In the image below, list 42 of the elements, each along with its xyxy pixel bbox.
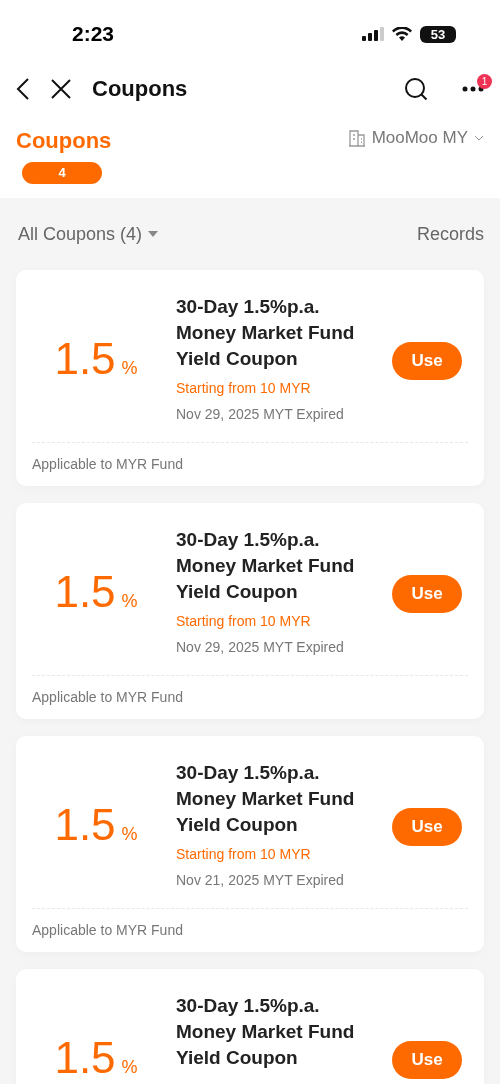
account-selector[interactable]: MooMoo MY <box>347 128 484 148</box>
notification-badge: 1 <box>477 74 492 89</box>
chevron-down-icon <box>474 135 484 141</box>
use-button[interactable]: Use <box>392 342 462 380</box>
minimum-amount: Starting from 10 MYR <box>176 613 312 629</box>
minimum-amount: Starting from 10 MYR <box>176 380 312 396</box>
close-icon[interactable] <box>50 78 72 100</box>
coupon-rate: 1.5 <box>54 800 116 850</box>
rate-unit: % <box>121 591 138 612</box>
coupon-rate: 1.5 <box>54 1033 116 1083</box>
coupon-title: 30-Day 1.5%p.a. Money Market Fund Yield Coupon <box>176 295 356 371</box>
expiry-date: Nov 21, 2025 MYT Expired <box>176 872 345 888</box>
coupon-count: 4 <box>22 162 102 184</box>
building-icon <box>347 129 366 147</box>
section-title: Coupons <box>16 128 112 154</box>
applicable-scope: Applicable to MYR Fund <box>32 922 183 938</box>
use-button[interactable]: Use <box>392 575 462 613</box>
coupon-rate: 1.5 <box>54 567 116 617</box>
records-link[interactable]: Records <box>416 223 484 245</box>
coupon-title: 30-Day 1.5%p.a. Money Market Fund Yield Coupon <box>176 528 356 604</box>
rate-unit: % <box>121 1057 138 1078</box>
minimum-amount: Starting from 10 MYR <box>176 846 312 862</box>
dropdown-icon <box>148 231 159 237</box>
use-button[interactable]: Use <box>392 1041 462 1079</box>
page-title: Coupons <box>92 76 189 102</box>
signal-icon <box>362 27 384 41</box>
coupon-title: 30-Day 1.5%p.a. Money Market Fund Yield Coupon <box>176 761 356 837</box>
rate-unit: % <box>121 824 138 845</box>
coupon-title: 30-Day 1.5%p.a. Money Market Fund Yield Coupon <box>176 994 356 1070</box>
wifi-icon <box>392 27 412 41</box>
expiry-date: Nov 29, 2025 MYT Expired <box>176 639 345 655</box>
coupon-filter[interactable]: All Coupons (4) <box>18 223 159 245</box>
use-button[interactable]: Use <box>392 808 462 846</box>
rate-unit: % <box>121 358 138 379</box>
coupon-rate: 1.5 <box>54 334 116 384</box>
applicable-scope: Applicable to MYR Fund <box>32 689 183 705</box>
battery-icon: 53 <box>420 25 456 43</box>
expiry-date: Nov 29, 2025 MYT Expired <box>176 406 345 422</box>
search-icon[interactable] <box>404 77 428 101</box>
back-icon[interactable] <box>16 78 30 100</box>
applicable-scope: Applicable to MYR Fund <box>32 456 183 472</box>
status-time: 2:23 <box>72 22 115 46</box>
